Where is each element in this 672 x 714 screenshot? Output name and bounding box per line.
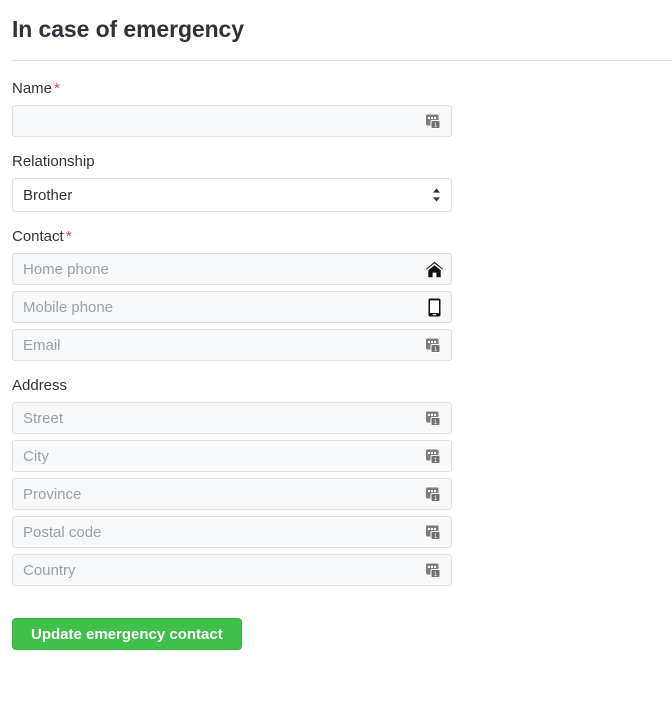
address-label: Address xyxy=(12,377,68,394)
name-input[interactable] xyxy=(12,105,452,137)
name-form-group: Name * 1 xyxy=(12,79,672,137)
relationship-form-group: Relationship Brother xyxy=(12,152,672,212)
province-input-wrap: 1 xyxy=(12,478,452,510)
contact-label-text: Contact xyxy=(12,228,64,245)
update-emergency-contact-button[interactable]: Update emergency contact xyxy=(12,618,242,650)
home-phone-input-wrap xyxy=(12,253,452,285)
city-input-wrap: 1 xyxy=(12,440,452,472)
name-input-wrap: 1 xyxy=(12,105,452,137)
contact-form-group: Contact * Home phone Mobile phone Email … xyxy=(12,227,672,361)
country-input-wrap: 1 xyxy=(12,554,452,586)
relationship-label: Relationship xyxy=(12,153,95,170)
relationship-select[interactable]: Brother xyxy=(12,178,452,212)
postal-code-input-wrap: 1 xyxy=(12,516,452,548)
emergency-contact-page: In case of emergency Name * 1 Relationsh… xyxy=(0,0,672,714)
emergency-contact-form: Name * 1 Relationship Brother Contact * … xyxy=(0,79,672,586)
street-input[interactable] xyxy=(12,402,452,434)
contact-label: Contact * xyxy=(12,227,672,246)
submit-row: Update emergency contact xyxy=(0,618,672,650)
mobile-phone-input[interactable] xyxy=(12,291,452,323)
city-input[interactable] xyxy=(12,440,452,472)
name-required-marker: * xyxy=(54,80,60,97)
country-input[interactable] xyxy=(12,554,452,586)
address-form-group: Address 1 xyxy=(12,376,672,586)
email-input-wrap: 1 xyxy=(12,329,452,361)
name-label-text: Name xyxy=(12,80,53,97)
street-input-wrap: 1 xyxy=(12,402,452,434)
mobile-phone-input-wrap xyxy=(12,291,452,323)
title-divider xyxy=(12,60,672,61)
province-input[interactable] xyxy=(12,478,452,510)
relationship-select-wrap: Brother xyxy=(12,178,452,212)
email-input[interactable] xyxy=(12,329,452,361)
page-title: In case of emergency xyxy=(12,16,244,42)
postal-code-input[interactable] xyxy=(12,516,452,548)
contact-required-marker: * xyxy=(65,228,72,245)
name-label: Name * xyxy=(12,79,672,98)
home-phone-input[interactable] xyxy=(12,253,452,285)
